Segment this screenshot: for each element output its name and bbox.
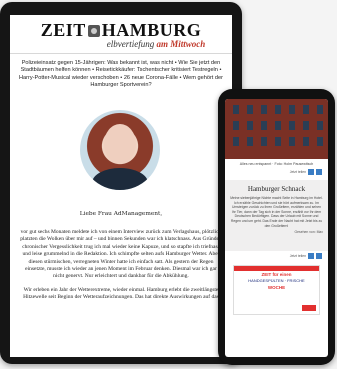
portrait-face bbox=[104, 124, 136, 164]
ad-tag bbox=[302, 305, 316, 311]
subtitle-highlight: am Mittwoch bbox=[156, 39, 206, 49]
section-text: Meine siebenjährige Nichte macht Seite i… bbox=[230, 196, 323, 228]
newsletter-masthead: ZEIT HAMBURG elbvertiefung am Mittwoch bbox=[10, 15, 232, 54]
section-hamburger-schnack: Hamburger Schnack Meine siebenjährige Ni… bbox=[225, 180, 328, 251]
portrait-shirt bbox=[92, 168, 148, 190]
share-row-2: Jetzt teilen bbox=[225, 251, 328, 261]
masthead-subtitle: elbvertiefung am Mittwoch bbox=[80, 39, 232, 49]
section-title: Hamburger Schnack bbox=[247, 185, 306, 193]
twitter-share-icon[interactable] bbox=[316, 169, 322, 175]
tablet-screen: ZEIT HAMBURG elbvertiefung am Mittwoch Po… bbox=[10, 15, 232, 357]
author-portrait bbox=[80, 110, 160, 190]
subtitle-prefix: elbvertiefung bbox=[106, 39, 155, 49]
masthead-logo: ZEIT HAMBURG bbox=[10, 21, 232, 39]
share-label-2: Jetzt teilen bbox=[289, 254, 306, 258]
ad-line-1: ZEIT für einen bbox=[261, 272, 292, 277]
brand-zeit: ZEIT bbox=[40, 20, 86, 40]
advertisement-banner[interactable]: ZEIT für einen HANDGESPÜLTEN · FRISCHE W… bbox=[233, 265, 320, 315]
share-label: Jetzt teilen bbox=[289, 170, 306, 174]
phone-screen: Alles neu entspannt · Foto: Holm Pausewi… bbox=[225, 99, 328, 357]
paragraph-2: Wir erleben ein Jahr der Wetterextreme, … bbox=[23, 286, 219, 301]
facebook-share-icon[interactable] bbox=[308, 169, 314, 175]
twitter-share-icon-2[interactable] bbox=[316, 253, 322, 259]
facebook-share-icon-2[interactable] bbox=[308, 253, 314, 259]
ad-line-3: WOCHE bbox=[267, 285, 286, 290]
tablet-device: ZEIT HAMBURG elbvertiefung am Mittwoch Po… bbox=[0, 2, 242, 364]
paragraph-1: vor gut sechs Monaten meldete ich von ei… bbox=[20, 229, 222, 280]
newsletter-body: vor gut sechs Monaten meldete ich von ei… bbox=[20, 229, 222, 308]
brand-hamburg: HAMBURG bbox=[101, 20, 202, 40]
phone-device: Alles neu entspannt · Foto: Holm Pausewi… bbox=[218, 89, 335, 365]
seal-icon bbox=[87, 25, 100, 37]
share-row: Jetzt teilen bbox=[225, 167, 328, 177]
photo-caption: Alles neu entspannt · Foto: Holm Pausewi… bbox=[239, 162, 314, 166]
section-foot: Gesehen von: Max bbox=[294, 230, 323, 235]
headline-teaser: Polizeieinsatz gegen 15-Jährigen: Was be… bbox=[18, 60, 224, 88]
building-photo bbox=[225, 99, 328, 159]
greeting: Liebe Frau AdManagement, bbox=[79, 211, 163, 217]
